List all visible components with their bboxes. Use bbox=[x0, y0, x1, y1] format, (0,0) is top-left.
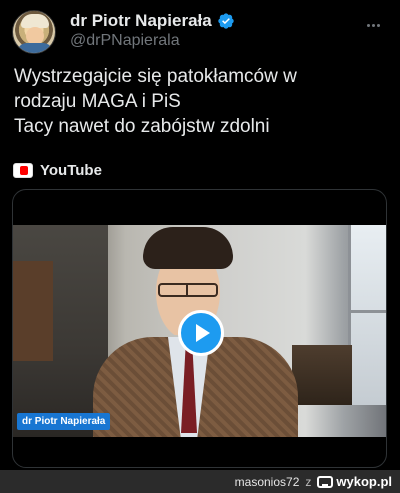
background-shelf bbox=[292, 345, 352, 405]
wykop-site-label: wykop.pl bbox=[336, 474, 392, 489]
avatar-coat bbox=[17, 43, 53, 53]
footer-username[interactable]: masonios72 bbox=[235, 475, 300, 489]
background-shelf bbox=[13, 261, 53, 361]
video-thumbnail[interactable]: dr Piotr Napierała bbox=[13, 225, 386, 437]
avatar[interactable] bbox=[12, 10, 56, 54]
tweet-text-line: Tacy nawet do zabójstw zdolni bbox=[14, 116, 270, 137]
avatar-hat bbox=[21, 14, 49, 28]
person-hair bbox=[143, 227, 233, 269]
author-handle[interactable]: @drPNapierala bbox=[70, 32, 180, 50]
link-source-label: YouTube bbox=[40, 162, 102, 179]
tweet-text-line: rodzaju MAGA i PiS bbox=[14, 91, 181, 112]
footer-separator: z bbox=[305, 474, 312, 489]
youtube-icon bbox=[13, 163, 33, 178]
author-name-row: dr Piotr Napierała bbox=[70, 11, 235, 31]
tweet-text-line: Wystrzegajcie się patokłamców w bbox=[14, 66, 297, 87]
wykop-logo[interactable]: wykop.pl bbox=[317, 474, 392, 489]
play-icon[interactable] bbox=[178, 310, 224, 356]
wykop-icon bbox=[317, 475, 334, 488]
more-options-icon[interactable] bbox=[362, 14, 384, 36]
background-window bbox=[348, 225, 386, 405]
person-glasses bbox=[158, 283, 218, 297]
link-source-row[interactable]: YouTube bbox=[13, 162, 102, 179]
verified-badge-icon bbox=[217, 12, 235, 30]
watermark-footer: masonios72 z wykop.pl bbox=[0, 470, 400, 493]
author-display-name[interactable]: dr Piotr Napierała bbox=[70, 11, 212, 31]
tweet-card: dr Piotr Napierała @drPNapierala Wystrze… bbox=[0, 0, 400, 470]
video-card[interactable]: dr Piotr Napierała bbox=[12, 189, 387, 468]
channel-name-tag: dr Piotr Napierała bbox=[17, 413, 111, 430]
tweet-text: Wystrzegajcie się patokłamców w rodzaju … bbox=[14, 64, 386, 139]
